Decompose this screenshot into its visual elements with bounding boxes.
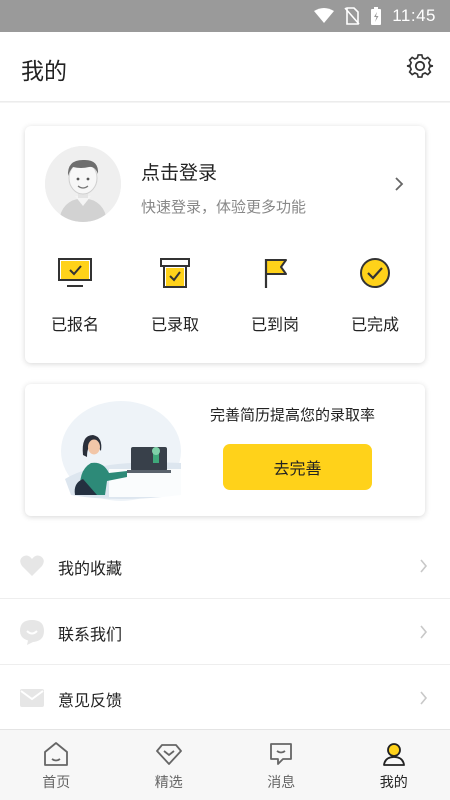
profile-content: 点击登录 快速登录，体验更多功能 已报名 已录取 已到岗 已完成 完善简历提高您… bbox=[0, 103, 450, 731]
bottom-tab-bar: 首页 精选 消息 我的 bbox=[0, 729, 450, 800]
resume-prompt: 完善简历提高您的录取率 bbox=[210, 406, 376, 424]
monitor-check-icon bbox=[58, 258, 92, 287]
menu-item-label: 联系我们 bbox=[58, 625, 123, 644]
menu-item-favorites[interactable]: 我的收藏 bbox=[0, 533, 450, 599]
chat-bubble-icon bbox=[20, 620, 44, 645]
menu-item-contact[interactable]: 联系我们 bbox=[0, 599, 450, 665]
tab-mine[interactable]: 我的 bbox=[338, 730, 450, 800]
gear-icon[interactable] bbox=[406, 52, 434, 80]
avatar[interactable] bbox=[45, 146, 121, 222]
tab-messages[interactable]: 消息 bbox=[225, 730, 338, 800]
status-registered[interactable]: 已报名 bbox=[25, 251, 125, 341]
resume-illustration bbox=[61, 401, 181, 501]
check-circle-icon bbox=[360, 258, 390, 288]
tab-label: 消息 bbox=[267, 775, 296, 791]
chevron-right-icon[interactable] bbox=[393, 176, 405, 192]
diamond-icon bbox=[155, 744, 182, 765]
status-label: 已录取 bbox=[150, 315, 199, 334]
status-completed[interactable]: 已完成 bbox=[325, 251, 425, 341]
status-onboarded[interactable]: 已到岗 bbox=[225, 251, 325, 341]
status-label: 已到岗 bbox=[250, 315, 299, 334]
clock: 11:45 bbox=[392, 6, 436, 25]
login-subtitle: 快速登录，体验更多功能 bbox=[141, 198, 307, 216]
chevron-right-icon bbox=[420, 559, 428, 573]
menu-list: 我的收藏 联系我们 意见反馈 bbox=[0, 533, 450, 731]
home-icon bbox=[44, 742, 69, 766]
battery-charging-icon bbox=[371, 7, 382, 25]
tab-home[interactable]: 首页 bbox=[0, 730, 113, 800]
box-check-icon bbox=[160, 258, 190, 288]
page-title: 我的 bbox=[21, 59, 67, 85]
default-avatar-icon bbox=[45, 146, 121, 222]
menu-item-feedback[interactable]: 意见反馈 bbox=[0, 665, 450, 731]
status-bar: 11:45 bbox=[0, 0, 450, 32]
resume-card: 完善简历提高您的录取率 去完善 bbox=[25, 384, 425, 516]
tab-label: 精选 bbox=[154, 775, 183, 791]
heart-icon bbox=[20, 555, 44, 576]
status-icons: 11:45 bbox=[314, 0, 436, 32]
message-icon bbox=[270, 743, 293, 765]
chevron-right-icon bbox=[420, 625, 428, 639]
wifi-icon bbox=[314, 8, 335, 23]
mail-icon bbox=[20, 689, 44, 707]
menu-item-label: 意见反馈 bbox=[58, 691, 123, 710]
login-title[interactable]: 点击登录 bbox=[141, 158, 217, 185]
tab-label: 我的 bbox=[379, 775, 408, 791]
status-admitted[interactable]: 已录取 bbox=[125, 251, 225, 341]
status-label: 已完成 bbox=[350, 315, 399, 334]
user-icon bbox=[382, 743, 405, 766]
flag-icon bbox=[264, 259, 287, 288]
menu-item-label: 我的收藏 bbox=[58, 559, 123, 578]
tab-label: 首页 bbox=[42, 775, 71, 791]
no-sim-icon bbox=[344, 7, 360, 25]
profile-card: 点击登录 快速登录，体验更多功能 已报名 已录取 已到岗 已完成 bbox=[25, 126, 425, 363]
status-label: 已报名 bbox=[50, 315, 99, 334]
complete-resume-button[interactable]: 去完善 bbox=[223, 444, 372, 490]
application-status-row: 已报名 已录取 已到岗 已完成 bbox=[25, 251, 425, 341]
page-header: 我的 bbox=[0, 32, 450, 102]
tab-featured[interactable]: 精选 bbox=[113, 730, 226, 800]
chevron-right-icon bbox=[420, 691, 428, 705]
